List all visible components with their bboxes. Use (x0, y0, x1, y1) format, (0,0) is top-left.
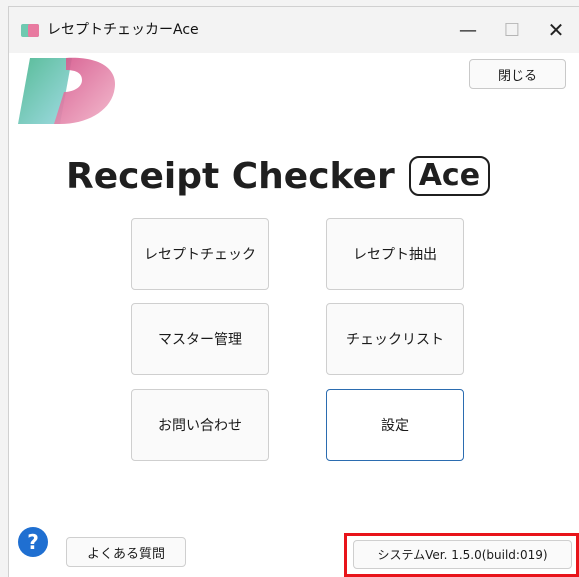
app-title-badge: Ace (408, 156, 491, 196)
master-management-button[interactable]: マスター管理 (131, 303, 269, 375)
help-icon-glyph: ? (27, 530, 39, 554)
title-bar: レセプトチェッカーAce — ☐ ✕ (9, 7, 579, 53)
checklist-button[interactable]: チェックリスト (326, 303, 464, 375)
settings-button[interactable]: 設定 (326, 389, 464, 461)
window-title: レセプトチェッカーAce (47, 22, 199, 38)
app-small-icon (21, 24, 39, 37)
receipt-check-button[interactable]: レセプトチェック (131, 218, 269, 290)
close-button[interactable]: 閉じる (469, 59, 566, 89)
help-icon[interactable]: ? (17, 526, 49, 558)
system-version-button[interactable]: システムVer. 1.5.0(build:019) (353, 540, 572, 569)
close-icon[interactable]: ✕ (533, 7, 579, 53)
maximize-icon[interactable]: ☐ (489, 7, 535, 53)
app-logo-icon (18, 57, 116, 124)
contact-button[interactable]: お問い合わせ (131, 389, 269, 461)
minimize-icon[interactable]: — (445, 7, 491, 53)
receipt-extract-button[interactable]: レセプト抽出 (326, 218, 464, 290)
version-highlight-box: システムVer. 1.5.0(build:019) (344, 533, 579, 577)
app-title-text: Receipt Checker (66, 155, 395, 197)
app-title: Receipt Checker Ace (66, 154, 491, 198)
faq-button[interactable]: よくある質問 (66, 537, 186, 567)
